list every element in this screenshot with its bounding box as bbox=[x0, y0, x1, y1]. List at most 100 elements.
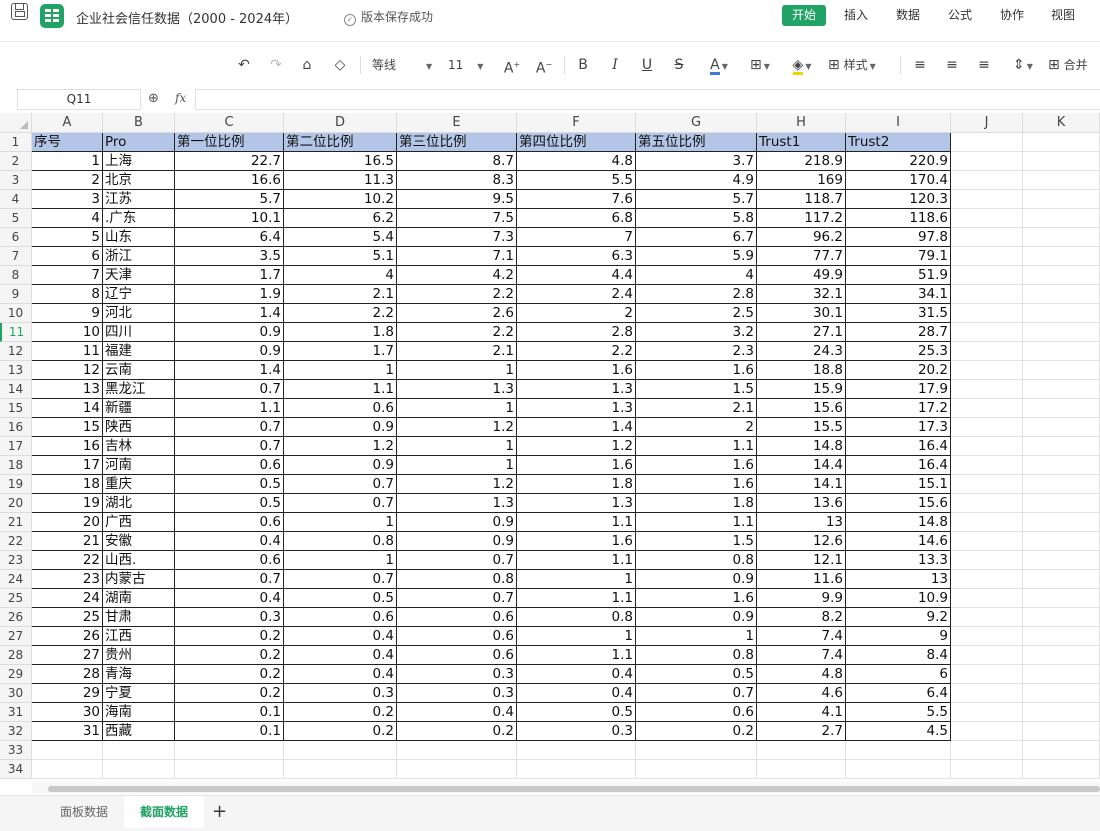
cell[interactable] bbox=[1023, 760, 1100, 779]
cell[interactable]: 1 bbox=[32, 152, 103, 171]
menu-data[interactable]: 数据 bbox=[886, 5, 930, 26]
row-header[interactable]: 2 bbox=[0, 152, 32, 171]
cell[interactable]: 河南 bbox=[103, 456, 175, 475]
cell[interactable]: 0.1 bbox=[175, 703, 284, 722]
cell[interactable] bbox=[1023, 133, 1100, 152]
cell[interactable] bbox=[1023, 437, 1100, 456]
menu-view[interactable]: 视图 bbox=[1041, 5, 1085, 26]
cell[interactable] bbox=[1023, 741, 1100, 760]
cell[interactable] bbox=[951, 703, 1023, 722]
cell[interactable]: 0.2 bbox=[397, 722, 517, 741]
cell[interactable]: 3.5 bbox=[175, 247, 284, 266]
cell[interactable]: 江西 bbox=[103, 627, 175, 646]
cell[interactable]: 12.6 bbox=[757, 532, 846, 551]
cell[interactable]: 16.4 bbox=[846, 437, 951, 456]
align-left-icon[interactable]: ≡ bbox=[912, 56, 928, 74]
cell[interactable] bbox=[1023, 646, 1100, 665]
cell[interactable]: 5.7 bbox=[175, 190, 284, 209]
cell[interactable]: 1.4 bbox=[175, 304, 284, 323]
cell[interactable] bbox=[951, 551, 1023, 570]
cell[interactable]: 32.1 bbox=[757, 285, 846, 304]
cell[interactable]: 安徽 bbox=[103, 532, 175, 551]
cell[interactable]: 1 bbox=[397, 456, 517, 475]
column-header[interactable]: I bbox=[846, 113, 951, 133]
cell[interactable]: 2 bbox=[32, 171, 103, 190]
cell[interactable]: 1.2 bbox=[517, 437, 636, 456]
cell[interactable]: 贵州 bbox=[103, 646, 175, 665]
underline-icon[interactable]: U bbox=[640, 56, 654, 74]
row-header[interactable]: 21 bbox=[0, 513, 32, 532]
cell[interactable]: 30 bbox=[32, 703, 103, 722]
cell[interactable]: 4.2 bbox=[397, 266, 517, 285]
cell[interactable]: 0.6 bbox=[284, 399, 397, 418]
row-header[interactable]: 30 bbox=[0, 684, 32, 703]
cell[interactable] bbox=[951, 133, 1023, 152]
cell[interactable]: 北京 bbox=[103, 171, 175, 190]
row-header[interactable]: 12 bbox=[0, 342, 32, 361]
column-header[interactable]: H bbox=[757, 113, 846, 133]
cell[interactable]: 2.8 bbox=[636, 285, 757, 304]
cell[interactable]: 29 bbox=[32, 684, 103, 703]
cell[interactable] bbox=[951, 760, 1023, 779]
cell[interactable]: 1 bbox=[517, 570, 636, 589]
cell[interactable] bbox=[1023, 703, 1100, 722]
cell[interactable]: 28 bbox=[32, 665, 103, 684]
cell[interactable]: 21 bbox=[32, 532, 103, 551]
cell[interactable] bbox=[951, 209, 1023, 228]
cell[interactable]: 新疆 bbox=[103, 399, 175, 418]
cell[interactable]: 天津 bbox=[103, 266, 175, 285]
cell[interactable]: 2 bbox=[517, 304, 636, 323]
cell[interactable]: 1.8 bbox=[636, 494, 757, 513]
cell[interactable]: 0.3 bbox=[175, 608, 284, 627]
cell[interactable]: 海南 bbox=[103, 703, 175, 722]
cell[interactable]: 26 bbox=[32, 627, 103, 646]
row-header[interactable]: 32 bbox=[0, 722, 32, 741]
cell[interactable]: 220.9 bbox=[846, 152, 951, 171]
cell[interactable]: 22 bbox=[32, 551, 103, 570]
font-size-select[interactable]: 11 ▼ bbox=[448, 56, 490, 74]
cell[interactable]: 1 bbox=[284, 551, 397, 570]
cell[interactable] bbox=[103, 760, 175, 779]
column-header[interactable]: B bbox=[103, 113, 175, 133]
cell[interactable]: 0.8 bbox=[284, 532, 397, 551]
cell[interactable] bbox=[1023, 589, 1100, 608]
cell[interactable] bbox=[397, 760, 517, 779]
cell[interactable]: 第二位比例 bbox=[284, 133, 397, 152]
cell[interactable]: 序号 bbox=[32, 133, 103, 152]
cell[interactable]: 1.8 bbox=[517, 475, 636, 494]
cell[interactable]: 5.5 bbox=[517, 171, 636, 190]
cell[interactable]: 1.6 bbox=[636, 456, 757, 475]
cell[interactable]: 9.9 bbox=[757, 589, 846, 608]
cell[interactable] bbox=[1023, 418, 1100, 437]
cell[interactable]: 14.8 bbox=[757, 437, 846, 456]
cell[interactable]: 第一位比例 bbox=[175, 133, 284, 152]
row-header[interactable]: 27 bbox=[0, 627, 32, 646]
cell[interactable]: 0.3 bbox=[517, 722, 636, 741]
cell[interactable]: 51.9 bbox=[846, 266, 951, 285]
cell[interactable]: 吉林 bbox=[103, 437, 175, 456]
cell[interactable]: 4 bbox=[32, 209, 103, 228]
fill-color-icon[interactable]: ◈ ▼ bbox=[786, 56, 818, 75]
cell[interactable] bbox=[1023, 399, 1100, 418]
cell[interactable]: 4 bbox=[636, 266, 757, 285]
menu-insert[interactable]: 插入 bbox=[834, 5, 878, 26]
font-color-icon[interactable]: A ▼ bbox=[704, 56, 734, 75]
cell[interactable]: 2.1 bbox=[397, 342, 517, 361]
row-header[interactable]: 17 bbox=[0, 437, 32, 456]
cell[interactable]: 14.4 bbox=[757, 456, 846, 475]
cell[interactable]: 4.8 bbox=[517, 152, 636, 171]
cell[interactable]: 7.4 bbox=[757, 646, 846, 665]
merge-button[interactable]: ⊞ 合并 bbox=[1048, 56, 1098, 74]
row-header[interactable]: 3 bbox=[0, 171, 32, 190]
cell[interactable]: 2 bbox=[636, 418, 757, 437]
cell[interactable] bbox=[951, 266, 1023, 285]
cell[interactable]: 16.5 bbox=[284, 152, 397, 171]
cell[interactable]: 3.7 bbox=[636, 152, 757, 171]
row-header[interactable]: 31 bbox=[0, 703, 32, 722]
cell[interactable]: 0.5 bbox=[284, 589, 397, 608]
cell[interactable]: 0.7 bbox=[284, 570, 397, 589]
cell[interactable]: 1.1 bbox=[636, 513, 757, 532]
cell[interactable]: 8.2 bbox=[757, 608, 846, 627]
cell[interactable] bbox=[951, 513, 1023, 532]
cell[interactable]: 170.4 bbox=[846, 171, 951, 190]
